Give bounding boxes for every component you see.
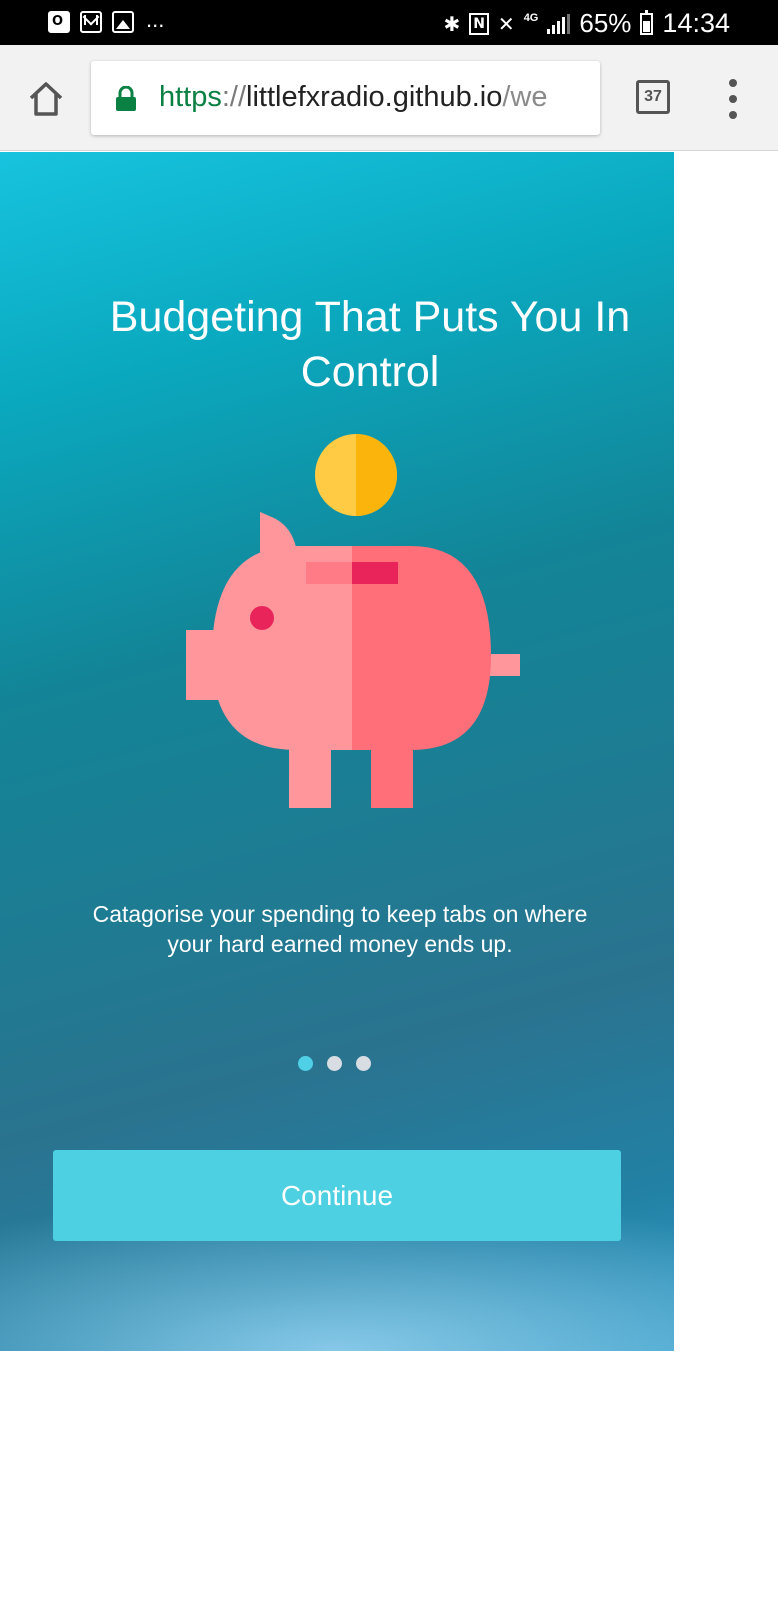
tab-switcher-button[interactable]: 37 — [636, 80, 670, 114]
pig-tail — [486, 654, 520, 676]
overflow-menu-icon[interactable] — [723, 79, 743, 119]
bluetooth-icon: ✱ — [443, 11, 461, 36]
image-icon — [112, 11, 134, 33]
onboarding-description: Catagorise your spending to keep tabs on… — [92, 901, 588, 957]
home-icon[interactable] — [22, 75, 70, 123]
browser-toolbar: https://littlefxradio.github.io/we 37 — [0, 45, 778, 151]
page-indicator — [298, 1056, 371, 1071]
onboarding-screen: Budgeting That Puts You In Control Catag… — [0, 152, 674, 1351]
vibrate-mute-icon: ✕ — [497, 11, 515, 36]
pig-leg-back — [371, 744, 413, 808]
coin-slot-right — [352, 562, 398, 584]
battery-percent: 65% — [579, 8, 632, 38]
more-notifications: ... — [146, 7, 165, 32]
nfc-icon: N — [469, 12, 489, 35]
continue-button[interactable]: Continue — [53, 1150, 621, 1241]
address-bar[interactable]: https://littlefxradio.github.io/we — [91, 61, 600, 135]
piggy-bank-illustration — [186, 434, 520, 808]
status-bar: ... ✱ N ✕ 4G 65% 14:34 — [0, 0, 778, 45]
coin-right-half — [356, 434, 397, 516]
pig-eye — [250, 606, 274, 630]
page-dot-1[interactable] — [298, 1056, 313, 1071]
outlook-icon — [48, 11, 70, 33]
page-dot-2[interactable] — [327, 1056, 342, 1071]
network-type: 4G — [523, 11, 539, 24]
battery-icon — [640, 9, 654, 35]
lock-icon — [115, 85, 137, 112]
coin-slot-left — [306, 562, 352, 584]
signal-icon — [547, 13, 571, 34]
gmail-icon — [80, 11, 102, 33]
clock: 14:34 — [662, 8, 730, 38]
url-text: https://littlefxradio.github.io/we — [159, 81, 548, 113]
page-dot-3[interactable] — [356, 1056, 371, 1071]
onboarding-headline: Budgeting That Puts You In Control — [109, 293, 631, 396]
pig-leg-front — [289, 744, 331, 808]
